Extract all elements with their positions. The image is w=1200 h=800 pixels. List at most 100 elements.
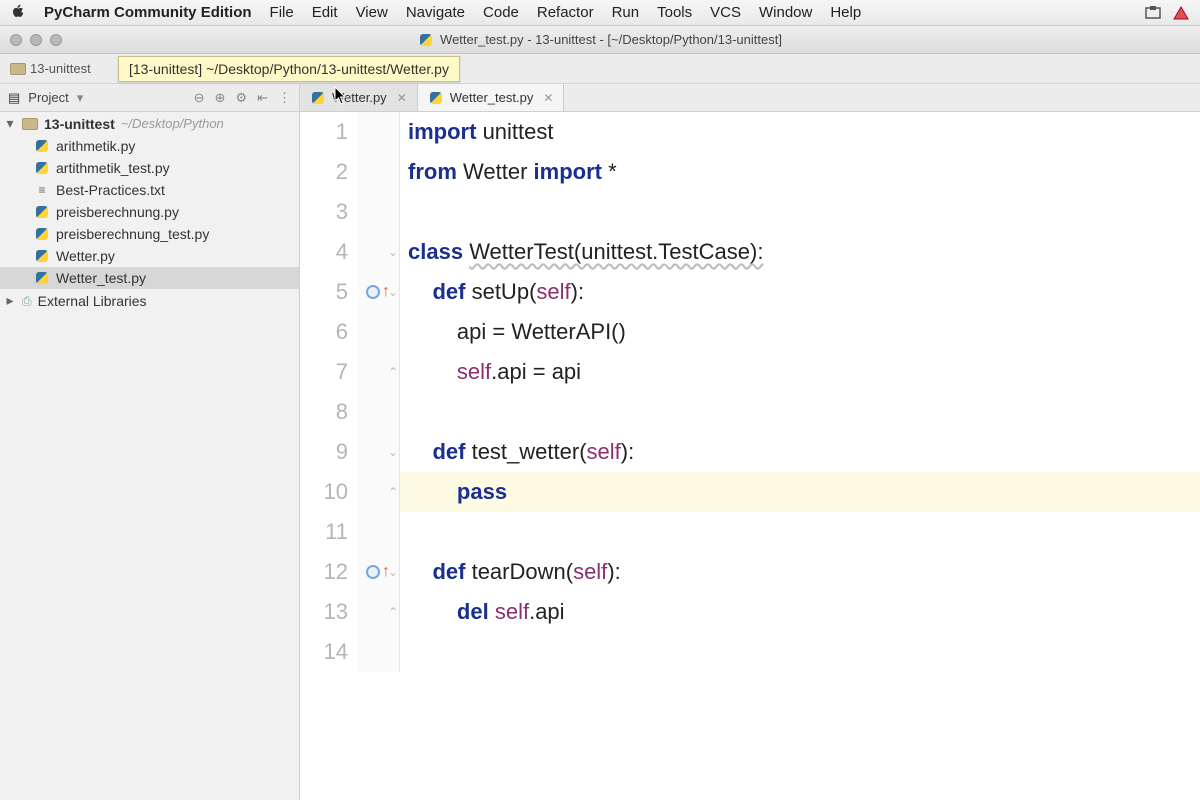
line-number[interactable]: 11	[300, 512, 348, 552]
code-line[interactable]: from Wetter import *	[408, 152, 1200, 192]
tree-root-name: 13-unittest	[44, 116, 115, 132]
fold-handle-icon[interactable]: ⌄	[388, 432, 398, 472]
disclosure-triangle-icon[interactable]: ▾	[4, 115, 16, 132]
code-line[interactable]: import unittest	[408, 112, 1200, 152]
override-gutter-icon[interactable]: ↑	[366, 552, 390, 592]
project-label[interactable]: Project	[28, 90, 68, 105]
line-number[interactable]: 8	[300, 392, 348, 432]
tab-wetter-test[interactable]: Wetter_test.py ✕	[418, 84, 565, 111]
python-file-icon	[34, 226, 50, 242]
tree-file[interactable]: Best-Practices.txt	[0, 179, 299, 201]
python-file-icon	[34, 138, 50, 154]
tray-icon[interactable]	[1172, 5, 1190, 21]
dropdown-icon[interactable]: ▾	[77, 90, 84, 106]
project-tool-header: ▤ Project ▾ ⊖ ⊕ ⚙ ⇤ ⋮	[0, 84, 300, 111]
fold-handle-icon[interactable]: ⌃	[388, 472, 398, 512]
code-line[interactable]: pass	[408, 472, 1200, 512]
gutter-marks[interactable]: ⌄↑⌄⌃⌄⌃↑⌄⌃	[358, 112, 400, 672]
code-line[interactable]: def test_wetter(self):	[408, 432, 1200, 472]
line-number[interactable]: 2	[300, 152, 348, 192]
line-number-gutter[interactable]: 1234567891011121314	[300, 112, 358, 672]
tab-wetter[interactable]: Wetter.py ✕	[300, 84, 418, 111]
tree-file-label: Wetter_test.py	[56, 270, 146, 286]
line-number[interactable]: 1	[300, 112, 348, 152]
line-number[interactable]: 7	[300, 352, 348, 392]
fold-handle-icon[interactable]: ⌄	[388, 552, 398, 592]
breadcrumb[interactable]: 13-unittest	[10, 61, 91, 77]
code-line[interactable]	[408, 632, 1200, 672]
menu-navigate[interactable]: Navigate	[406, 4, 465, 21]
tree-file[interactable]: preisberechnung.py	[0, 201, 299, 223]
line-number[interactable]: 5	[300, 272, 348, 312]
close-tab-icon[interactable]: ✕	[397, 91, 407, 105]
code-line[interactable]	[408, 392, 1200, 432]
line-number[interactable]: 13	[300, 592, 348, 632]
menu-view[interactable]: View	[356, 4, 388, 21]
text-file-icon	[34, 182, 50, 198]
menu-tools[interactable]: Tools	[657, 4, 692, 21]
folder-icon	[22, 116, 38, 132]
fold-handle-icon[interactable]: ⌃	[388, 352, 398, 392]
menu-help[interactable]: Help	[830, 4, 861, 21]
mouse-cursor-icon	[334, 86, 350, 106]
collapse-all-icon[interactable]: ⊖	[194, 90, 205, 106]
more-icon[interactable]: ⋮	[278, 90, 291, 106]
project-view-icon[interactable]: ▤	[8, 90, 20, 106]
line-number[interactable]: 14	[300, 632, 348, 672]
override-gutter-icon[interactable]: ↑	[366, 272, 390, 312]
code-line[interactable]: self.api = api	[408, 352, 1200, 392]
menu-vcs[interactable]: VCS	[710, 4, 741, 21]
code-editor[interactable]: 1234567891011121314 ⌄↑⌄⌃⌄⌃↑⌄⌃ import uni…	[300, 112, 1200, 800]
tree-file[interactable]: Wetter_test.py	[0, 267, 299, 289]
locate-icon[interactable]: ⊕	[215, 90, 226, 106]
hide-icon[interactable]: ⇤	[257, 90, 268, 106]
menu-file[interactable]: File	[270, 4, 294, 21]
tree-external-libraries[interactable]: ▸ External Libraries	[0, 289, 299, 312]
code-line[interactable]	[408, 192, 1200, 232]
code-line[interactable]: del self.api	[408, 592, 1200, 632]
code-line[interactable]: class WetterTest(unittest.TestCase):	[408, 232, 1200, 272]
breadcrumb-bar: 13-unittest [13-unittest] ~/Desktop/Pyth…	[0, 54, 1200, 84]
python-file-icon	[34, 248, 50, 264]
disclosure-triangle-icon[interactable]: ▸	[4, 292, 16, 309]
window-titlebar: Wetter_test.py - 13-unittest - [~/Deskto…	[0, 26, 1200, 54]
tree-file-label: artithmetik_test.py	[56, 160, 170, 176]
mac-menubar: PyCharm Community Edition File Edit View…	[0, 0, 1200, 26]
tray-icon[interactable]	[1144, 5, 1162, 21]
main-area: ▾ 13-unittest ~/Desktop/Python arithmeti…	[0, 112, 1200, 800]
python-file-icon	[34, 270, 50, 286]
menu-code[interactable]: Code	[483, 4, 519, 21]
code-line[interactable]: def setUp(self):	[408, 272, 1200, 312]
tree-file[interactable]: arithmetik.py	[0, 135, 299, 157]
tree-file-label: preisberechnung_test.py	[56, 226, 209, 242]
code-line[interactable]: api = WetterAPI()	[408, 312, 1200, 352]
line-number[interactable]: 3	[300, 192, 348, 232]
python-file-icon	[310, 90, 326, 106]
close-tab-icon[interactable]: ✕	[543, 91, 553, 105]
line-number[interactable]: 10	[300, 472, 348, 512]
code-line[interactable]: def tearDown(self):	[408, 552, 1200, 592]
tree-file[interactable]: Wetter.py	[0, 245, 299, 267]
apple-icon[interactable]	[10, 3, 26, 23]
project-tree[interactable]: ▾ 13-unittest ~/Desktop/Python arithmeti…	[0, 112, 300, 800]
line-number[interactable]: 9	[300, 432, 348, 472]
tree-file[interactable]: artithmetik_test.py	[0, 157, 299, 179]
code-line[interactable]	[408, 512, 1200, 552]
fold-handle-icon[interactable]: ⌄	[388, 232, 398, 272]
python-file-icon	[34, 160, 50, 176]
menu-run[interactable]: Run	[612, 4, 640, 21]
toolbar: ▤ Project ▾ ⊖ ⊕ ⚙ ⇤ ⋮ Wetter.py ✕ Wetter…	[0, 84, 1200, 112]
menu-refactor[interactable]: Refactor	[537, 4, 594, 21]
menu-edit[interactable]: Edit	[312, 4, 338, 21]
code-area[interactable]: import unittestfrom Wetter import * class…	[400, 112, 1200, 672]
line-number[interactable]: 6	[300, 312, 348, 352]
line-number[interactable]: 4	[300, 232, 348, 272]
fold-handle-icon[interactable]: ⌃	[388, 592, 398, 632]
settings-gear-icon[interactable]: ⚙	[235, 90, 247, 106]
tree-root[interactable]: ▾ 13-unittest ~/Desktop/Python	[0, 112, 299, 135]
line-number[interactable]: 12	[300, 552, 348, 592]
menu-window[interactable]: Window	[759, 4, 812, 21]
fold-handle-icon[interactable]: ⌄	[388, 272, 398, 312]
python-file-icon	[418, 32, 434, 48]
tree-file[interactable]: preisberechnung_test.py	[0, 223, 299, 245]
